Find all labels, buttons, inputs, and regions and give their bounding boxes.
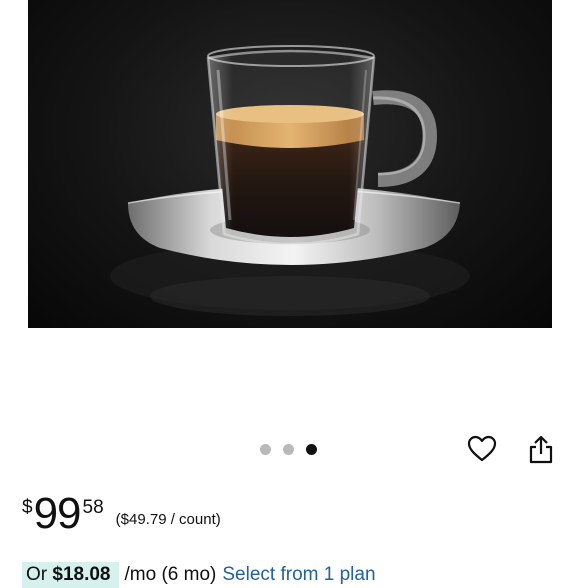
financing-term: /mo (6 mo) (124, 564, 217, 585)
carousel-dot[interactable] (283, 444, 294, 455)
share-button[interactable] (524, 432, 558, 466)
image-carousel-dots (260, 444, 317, 455)
carousel-dot[interactable] (260, 444, 271, 455)
favorite-button[interactable] (465, 432, 499, 466)
product-image[interactable] (28, 0, 552, 328)
financing-highlight: Or $18.08 (22, 562, 119, 588)
select-plan-link[interactable]: Select from 1 plan (222, 564, 375, 586)
heart-icon (467, 435, 497, 462)
financing-amount: $18.08 (52, 564, 111, 585)
share-icon (529, 435, 553, 464)
financing-offer: Or $18.08 /mo (6 mo) Select from 1 plan (22, 562, 376, 588)
unit-price: ($49.79 / count) (115, 511, 221, 528)
espresso-cup-illustration (110, 45, 470, 316)
financing-prefix: Or (26, 564, 48, 585)
carousel-dot-active[interactable] (306, 444, 317, 455)
price-whole: 99 (33, 489, 82, 538)
price-currency-symbol: $ (22, 497, 33, 518)
price-block: $ 99 58 ($49.79 / count) (22, 492, 221, 536)
price-fraction: 58 (82, 497, 104, 518)
